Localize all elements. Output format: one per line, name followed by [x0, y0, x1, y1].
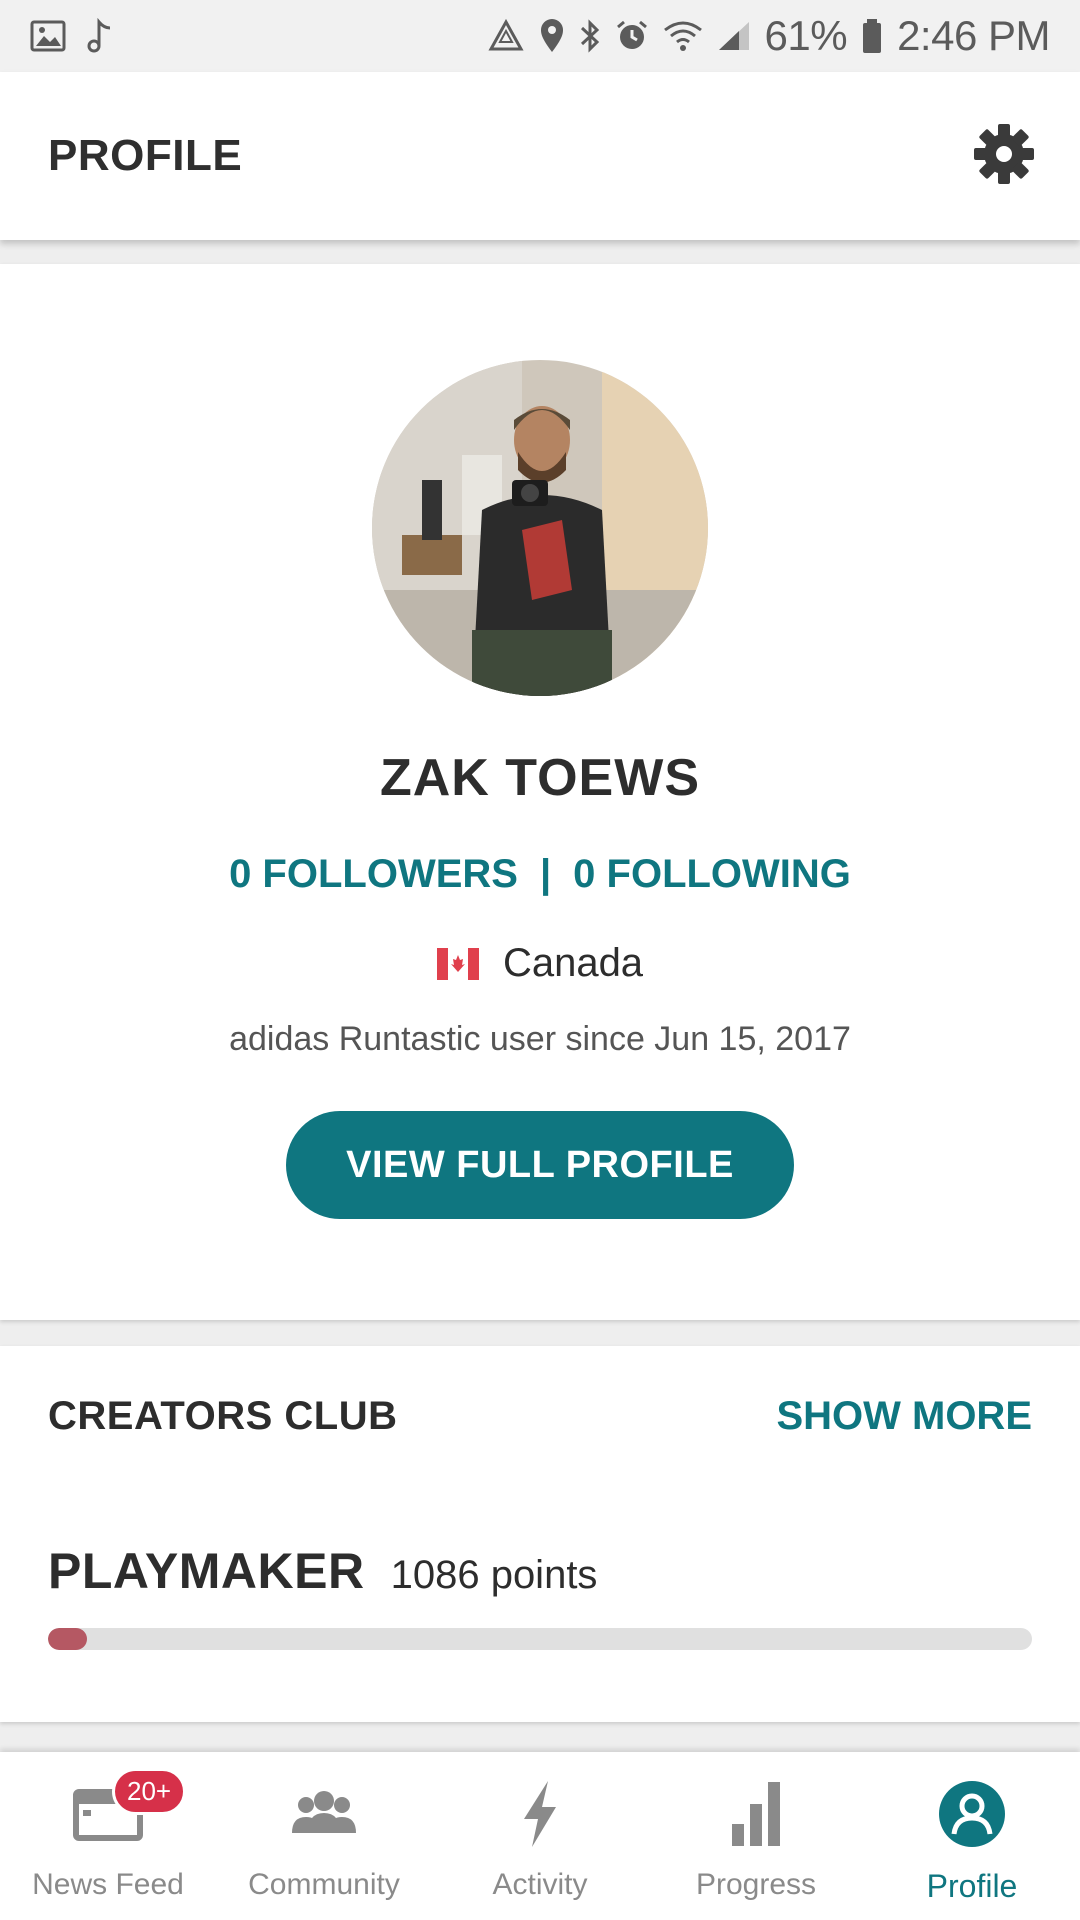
member-since: adidas Runtastic user since Jun 15, 2017 [229, 1020, 851, 1058]
gear-icon [972, 122, 1036, 191]
nav-label: Activity [492, 1868, 588, 1901]
points-progress-fill [48, 1628, 88, 1650]
country-row: Canada [436, 941, 644, 986]
follow-separator: | [539, 852, 552, 896]
nav-label: Progress [695, 1868, 817, 1901]
signal-icon [717, 20, 751, 52]
profile-icon [927, 1774, 1017, 1854]
community-icon [279, 1774, 369, 1854]
clock: 2:46 PM [897, 12, 1050, 59]
image-icon [30, 20, 66, 52]
nav-item-profile[interactable]: Profile [864, 1752, 1080, 1920]
status-right: 61% 2:46 PM [487, 12, 1050, 60]
page-title: PROFILE [48, 131, 243, 180]
alarm-icon [615, 19, 649, 53]
points-progress-bar [48, 1628, 1032, 1650]
status-left [30, 18, 114, 54]
progress-bars-icon [711, 1774, 801, 1854]
battery-percent: 61% [764, 12, 848, 59]
recycle-icon [487, 19, 525, 53]
show-more-link[interactable]: SHOW MORE [776, 1394, 1032, 1439]
bottom-nav: 20+ News Feed Community Activity Progres… [0, 1752, 1080, 1920]
creators-club-title: CREATORS CLUB [48, 1394, 398, 1438]
canada-flag-icon [436, 947, 479, 980]
nav-label: Profile [926, 1868, 1018, 1904]
location-icon [539, 18, 565, 54]
nav-item-news-feed[interactable]: 20+ News Feed [0, 1752, 216, 1920]
level-row: PLAYMAKER 1086 points [48, 1542, 597, 1600]
nav-item-activity[interactable]: Activity [432, 1752, 648, 1920]
level-points: 1086 points [390, 1553, 598, 1597]
nav-label: News Feed [32, 1868, 184, 1901]
nav-item-progress[interactable]: Progress [648, 1752, 864, 1920]
avatar[interactable] [372, 360, 708, 696]
nav-item-community[interactable]: Community [216, 1752, 432, 1920]
wifi-icon [663, 20, 703, 52]
profile-card: ZAK TOEWS 0 FOLLOWERS | 0 FOLLOWING Cana… [0, 264, 1080, 1320]
user-name: ZAK TOEWS [379, 749, 701, 807]
notification-badge: 20+ [112, 1768, 187, 1815]
country-name: Canada [502, 941, 644, 985]
nav-label: Community [248, 1868, 400, 1901]
status-bar: 61% 2:46 PM [0, 0, 1080, 72]
view-full-profile-button[interactable]: VIEW FULL PROFILE [286, 1111, 794, 1219]
creators-club-card: CREATORS CLUB SHOW MORE PLAYMAKER 1086 p… [0, 1346, 1080, 1722]
level-name: PLAYMAKER [48, 1543, 365, 1599]
follow-stats: 0 FOLLOWERS | 0 FOLLOWING [229, 852, 851, 897]
settings-button[interactable] [968, 120, 1040, 192]
bluetooth-icon [579, 18, 601, 54]
creators-club-header: CREATORS CLUB SHOW MORE [48, 1394, 1032, 1439]
battery-icon [861, 18, 883, 54]
music-note-icon [86, 18, 114, 54]
activity-bolt-icon [495, 1774, 585, 1854]
app-bar: PROFILE [0, 72, 1080, 240]
following-link[interactable]: 0 FOLLOWING [573, 852, 851, 897]
followers-link[interactable]: 0 FOLLOWERS [229, 852, 518, 897]
